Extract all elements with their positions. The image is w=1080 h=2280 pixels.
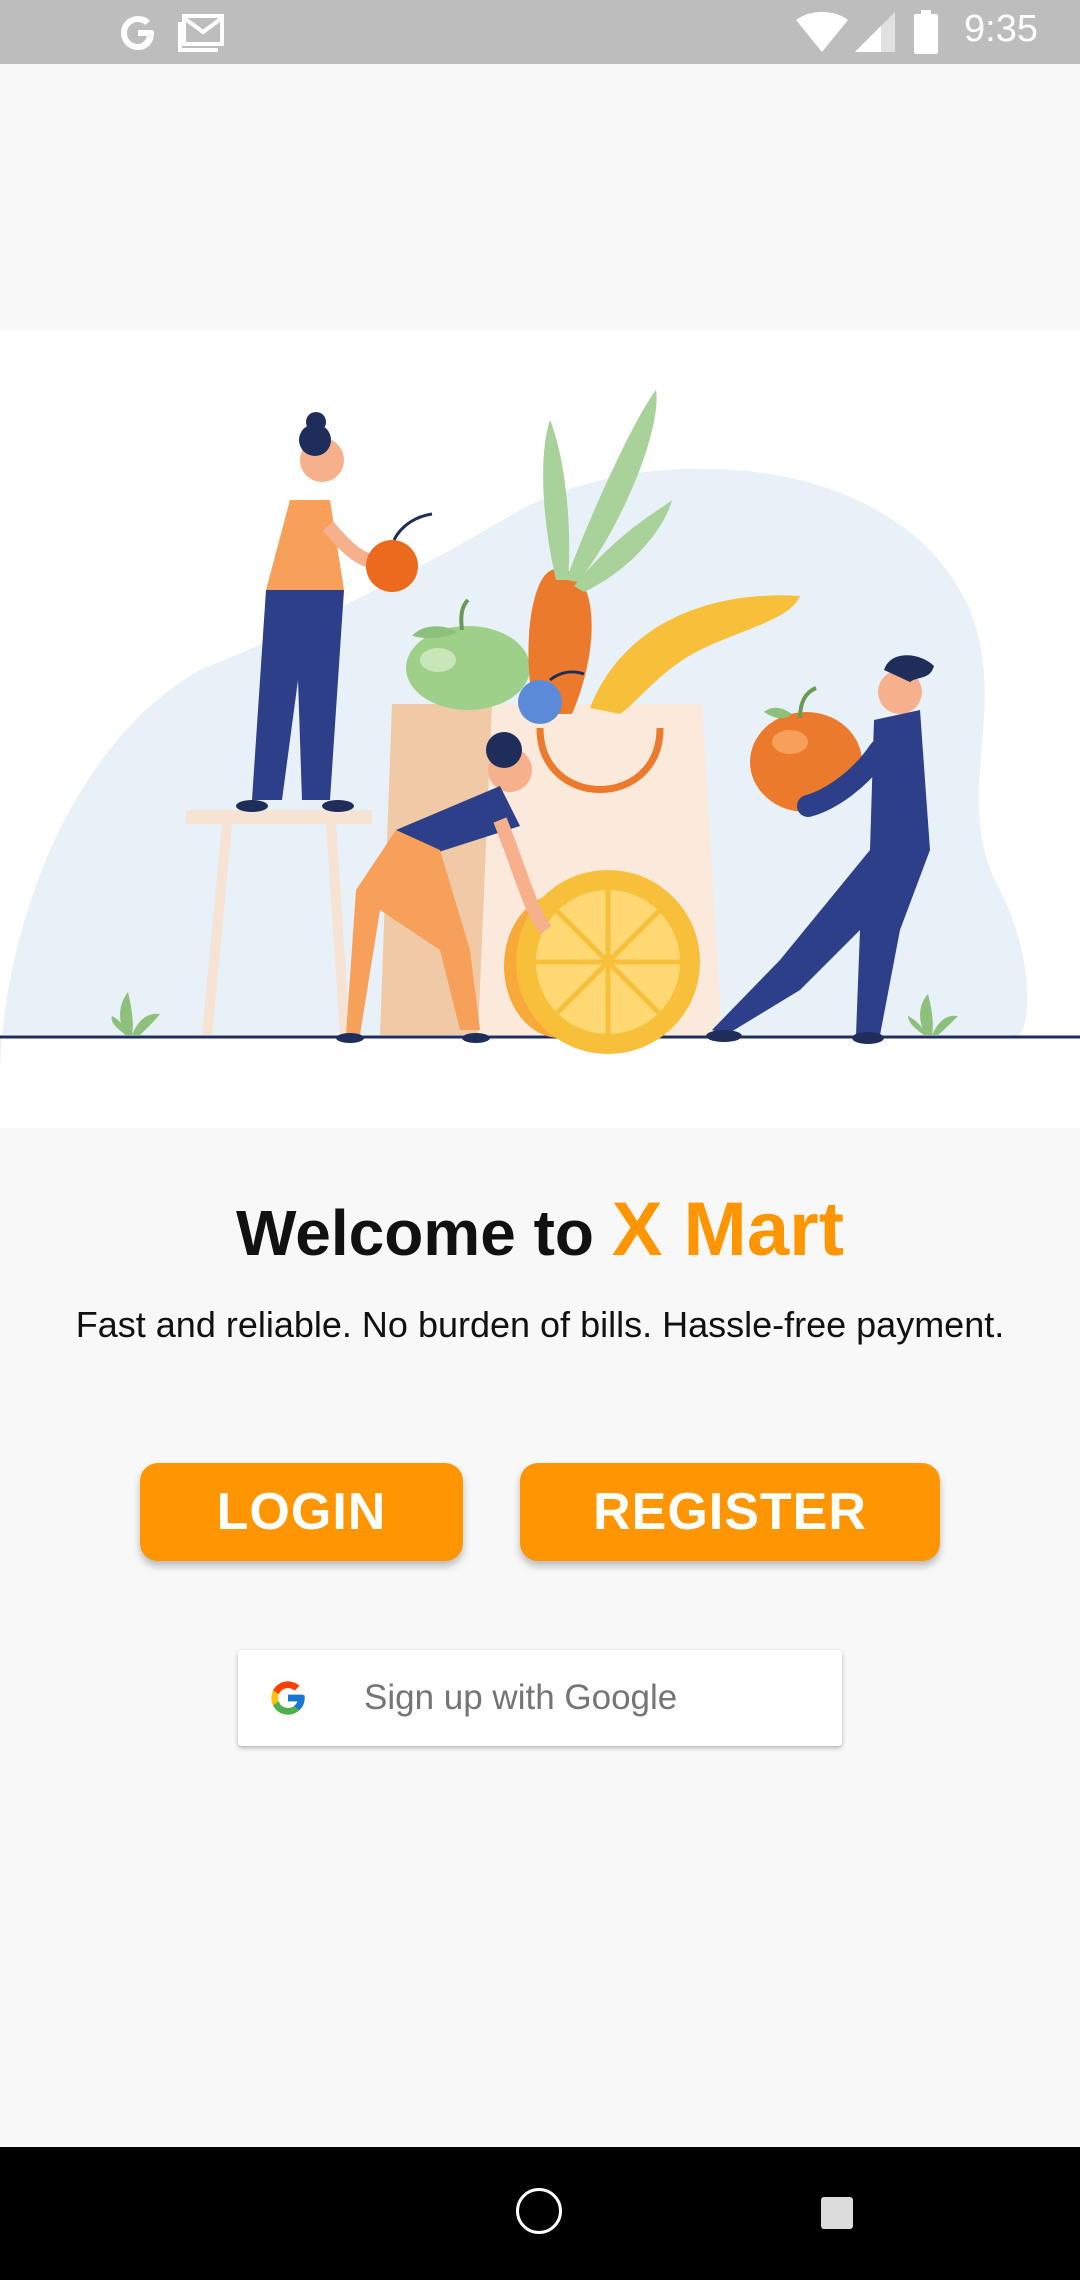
recents-icon[interactable] — [821, 2197, 853, 2229]
battery-icon — [914, 10, 938, 54]
google-g-icon — [121, 16, 154, 50]
google-signup-label: Sign up with Google — [364, 1678, 678, 1717]
welcome-prefix: Welcome to — [235, 1197, 612, 1269]
grocery-shopping-illustration — [0, 330, 1080, 1128]
welcome-title: Welcome to X Mart — [0, 1186, 1080, 1273]
status-time: 9:35 — [964, 8, 1038, 50]
home-icon[interactable] — [516, 2188, 562, 2234]
status-bar: 9:35 — [0, 0, 1080, 64]
login-button[interactable]: LOGIN — [140, 1463, 463, 1561]
register-button[interactable]: REGISTER — [520, 1463, 940, 1561]
gmail-icon — [178, 14, 224, 52]
tagline: Fast and reliable. No burden of bills. H… — [75, 1304, 1005, 1345]
cell-signal-icon — [855, 12, 895, 52]
google-signup-button[interactable]: Sign up with Google — [238, 1650, 842, 1746]
wifi-icon — [796, 12, 848, 52]
google-logo-icon — [271, 1681, 305, 1715]
brand-name: X Mart — [611, 1187, 845, 1272]
welcome-screen: 9:35 Welcome to X Mart Fast and reliable… — [0, 0, 1080, 2280]
